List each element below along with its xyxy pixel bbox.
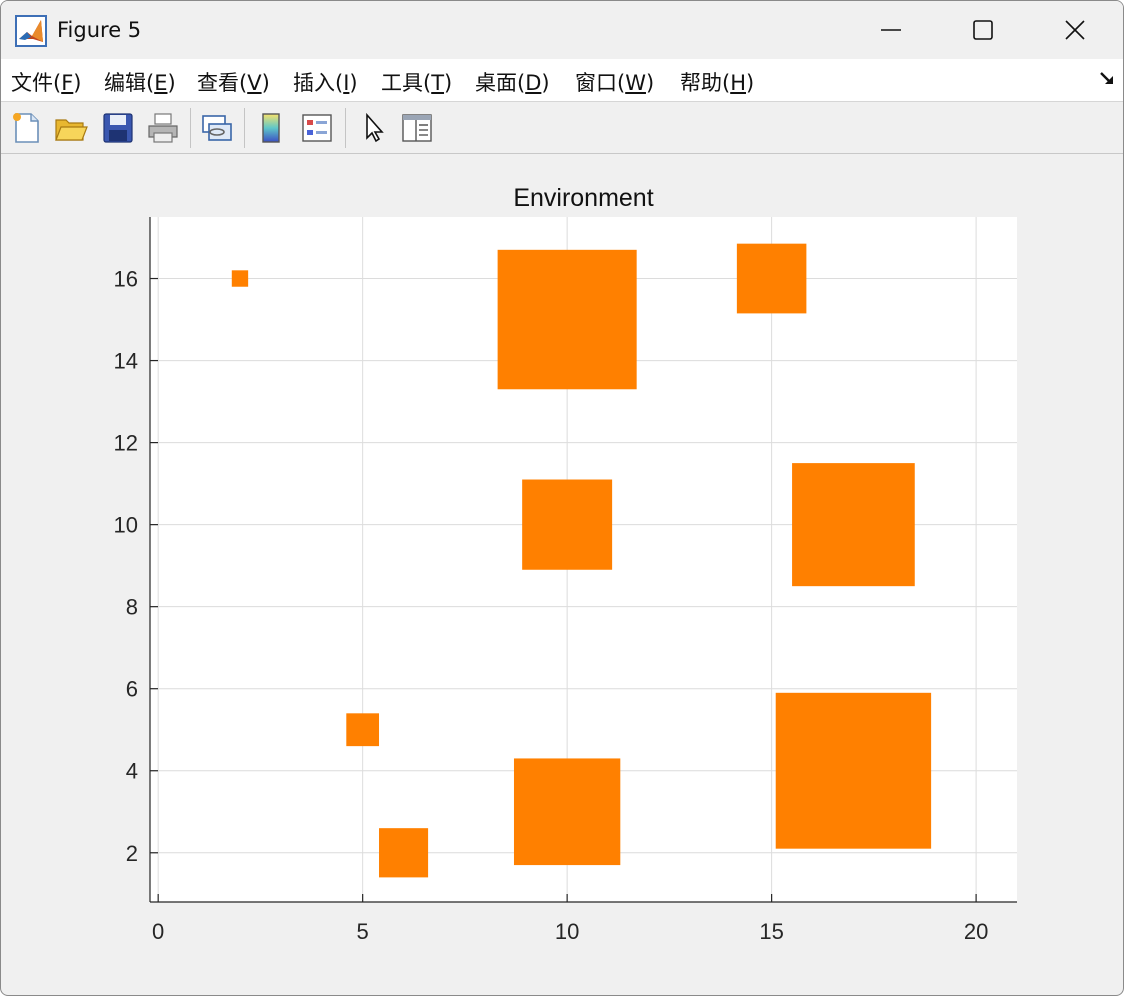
y-tick-label: 10 xyxy=(114,513,138,538)
obstacle xyxy=(379,828,429,878)
obstacle xyxy=(231,270,249,287)
obstacle xyxy=(522,479,613,570)
obstacle xyxy=(792,463,915,587)
x-tick-label: 0 xyxy=(152,919,164,944)
chart-title: Environment xyxy=(513,184,653,212)
x-tick-label: 20 xyxy=(964,919,988,944)
y-tick-label: 14 xyxy=(114,349,138,374)
x-tick-label: 5 xyxy=(357,919,369,944)
y-tick-label: 2 xyxy=(126,841,138,866)
obstacle xyxy=(736,243,807,314)
figure-window: Figure 5 文件(F) 编辑(E) 查看(V) 插入(I) 工具(T) 桌… xyxy=(0,0,1124,996)
x-tick-label: 15 xyxy=(759,919,783,944)
x-tick-label: 10 xyxy=(555,919,579,944)
obstacle xyxy=(513,758,621,866)
y-tick-label: 12 xyxy=(114,431,138,456)
obstacle xyxy=(497,249,637,390)
environment-plot: 0 5 10 15 20 2 4 6 8 10 12 14 16 Environment xyxy=(114,184,1017,944)
y-tick-label: 16 xyxy=(114,267,138,292)
y-tick-label: 6 xyxy=(126,677,138,702)
y-tick-label: 4 xyxy=(126,759,138,784)
obstacle xyxy=(346,713,380,747)
obstacle xyxy=(775,692,932,849)
y-tick-label: 8 xyxy=(126,595,138,620)
